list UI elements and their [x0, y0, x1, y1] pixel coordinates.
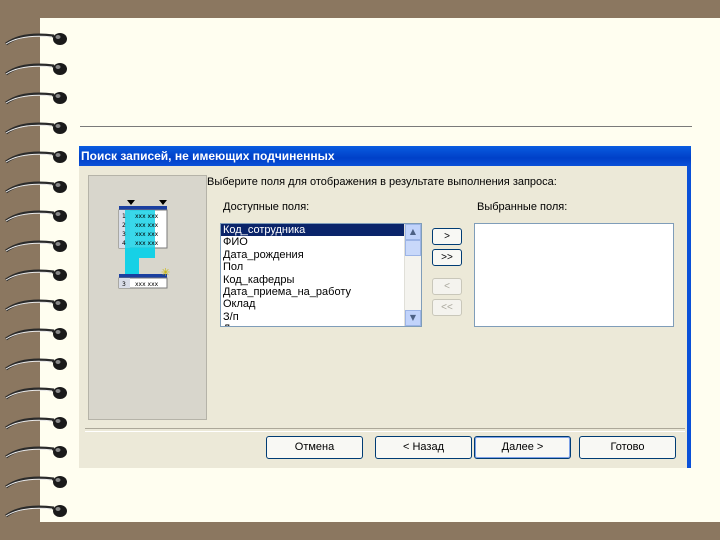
selected-fields-list[interactable] [474, 223, 674, 327]
illustration-row-cells: xxx xxx [135, 231, 159, 238]
available-fields-list[interactable]: Код_сотрудника ФИО Дата_рождения Пол Код_каф… [220, 223, 422, 327]
selected-fields-label: Выбранные поля: [477, 201, 568, 213]
instruction-text: Выберите поля для отображения в результа… [207, 176, 557, 188]
table-relation-illustration: 1 xxx xxx 2 xxx xxx 3 xxx xxx 4 xxx xxx 3 xxx x… [118, 200, 170, 289]
svg-text:xxx xxx: xxx xxx [135, 281, 159, 288]
window-title: Поиск записей, не имеющих подчиненных [79, 146, 691, 166]
available-field-item[interactable]: Дата_приема_на_работу [221, 286, 421, 298]
available-fields-label: Доступные поля: [223, 201, 310, 213]
add-all-fields-button[interactable]: >> [432, 249, 462, 266]
cancel-button[interactable]: Отмена [266, 436, 363, 459]
add-field-button[interactable]: > [432, 228, 462, 245]
available-field-item[interactable]: Дата_рождения [221, 249, 421, 261]
spiral-ring-icon [2, 237, 72, 255]
list-scrollbar[interactable]: ▲ ▼ [404, 224, 421, 326]
finish-button[interactable]: Готово [579, 436, 676, 459]
available-field-item[interactable]: Пол [221, 261, 421, 273]
spiral-ring-icon [2, 60, 72, 78]
spiral-ring-icon [2, 414, 72, 432]
remove-field-button[interactable]: < [432, 278, 462, 295]
illustration-row-cells: xxx xxx [135, 222, 159, 229]
spiral-ring-icon [2, 502, 72, 520]
footer-separator [85, 428, 685, 432]
spiral-ring-icon [2, 355, 72, 373]
available-field-item[interactable]: Оклад [221, 298, 421, 310]
spiral-ring-icon [2, 384, 72, 402]
illustration-row-number: 1 [122, 213, 126, 220]
svg-text:3: 3 [122, 281, 126, 288]
spiral-ring-icon [2, 30, 72, 48]
next-button[interactable]: Далее > [474, 436, 571, 459]
spiral-ring-icon [2, 148, 72, 166]
window-border [687, 166, 691, 468]
spiral-ring-icon [2, 89, 72, 107]
illustration-row-number: 2 [122, 222, 126, 229]
illustration-row-number: 3 [122, 231, 126, 238]
query-wizard-window: Поиск записей, не имеющих подчиненных 1 x… [79, 146, 691, 468]
spiral-ring-icon [2, 325, 72, 343]
scroll-up-icon[interactable]: ▲ [405, 224, 421, 240]
spiral-ring-icon [2, 178, 72, 196]
available-field-item[interactable]: Должность [221, 323, 421, 326]
remove-all-fields-button[interactable]: << [432, 299, 462, 316]
down-arrow-icon [127, 200, 135, 205]
spiral-ring-icon [2, 296, 72, 314]
available-field-item[interactable]: Код_кафедры [221, 274, 421, 286]
illustration-row-cells: xxx xxx [135, 213, 159, 220]
illustration-row-number: 4 [122, 240, 126, 247]
available-field-item[interactable]: ФИО [221, 236, 421, 248]
spiral-ring-icon [2, 119, 72, 137]
back-button[interactable]: < Назад [375, 436, 472, 459]
spiral-ring-icon [2, 473, 72, 491]
spiral-ring-icon [2, 266, 72, 284]
scroll-thumb[interactable] [405, 240, 421, 256]
scroll-down-icon[interactable]: ▼ [405, 310, 421, 326]
page-rule-line [80, 126, 692, 127]
spiral-ring-icon [2, 443, 72, 461]
available-field-item[interactable]: З/п [221, 311, 421, 323]
wizard-illustration: 1 xxx xxx 2 xxx xxx 3 xxx xxx 4 xxx xxx 3 xxx x… [88, 175, 207, 420]
illustration-row-cells: xxx xxx [135, 240, 159, 247]
down-arrow-icon [159, 200, 167, 205]
spiral-ring-icon [2, 207, 72, 225]
sparkle-icon: ✳ [161, 266, 170, 279]
available-field-item[interactable]: Код_сотрудника [221, 224, 421, 237]
